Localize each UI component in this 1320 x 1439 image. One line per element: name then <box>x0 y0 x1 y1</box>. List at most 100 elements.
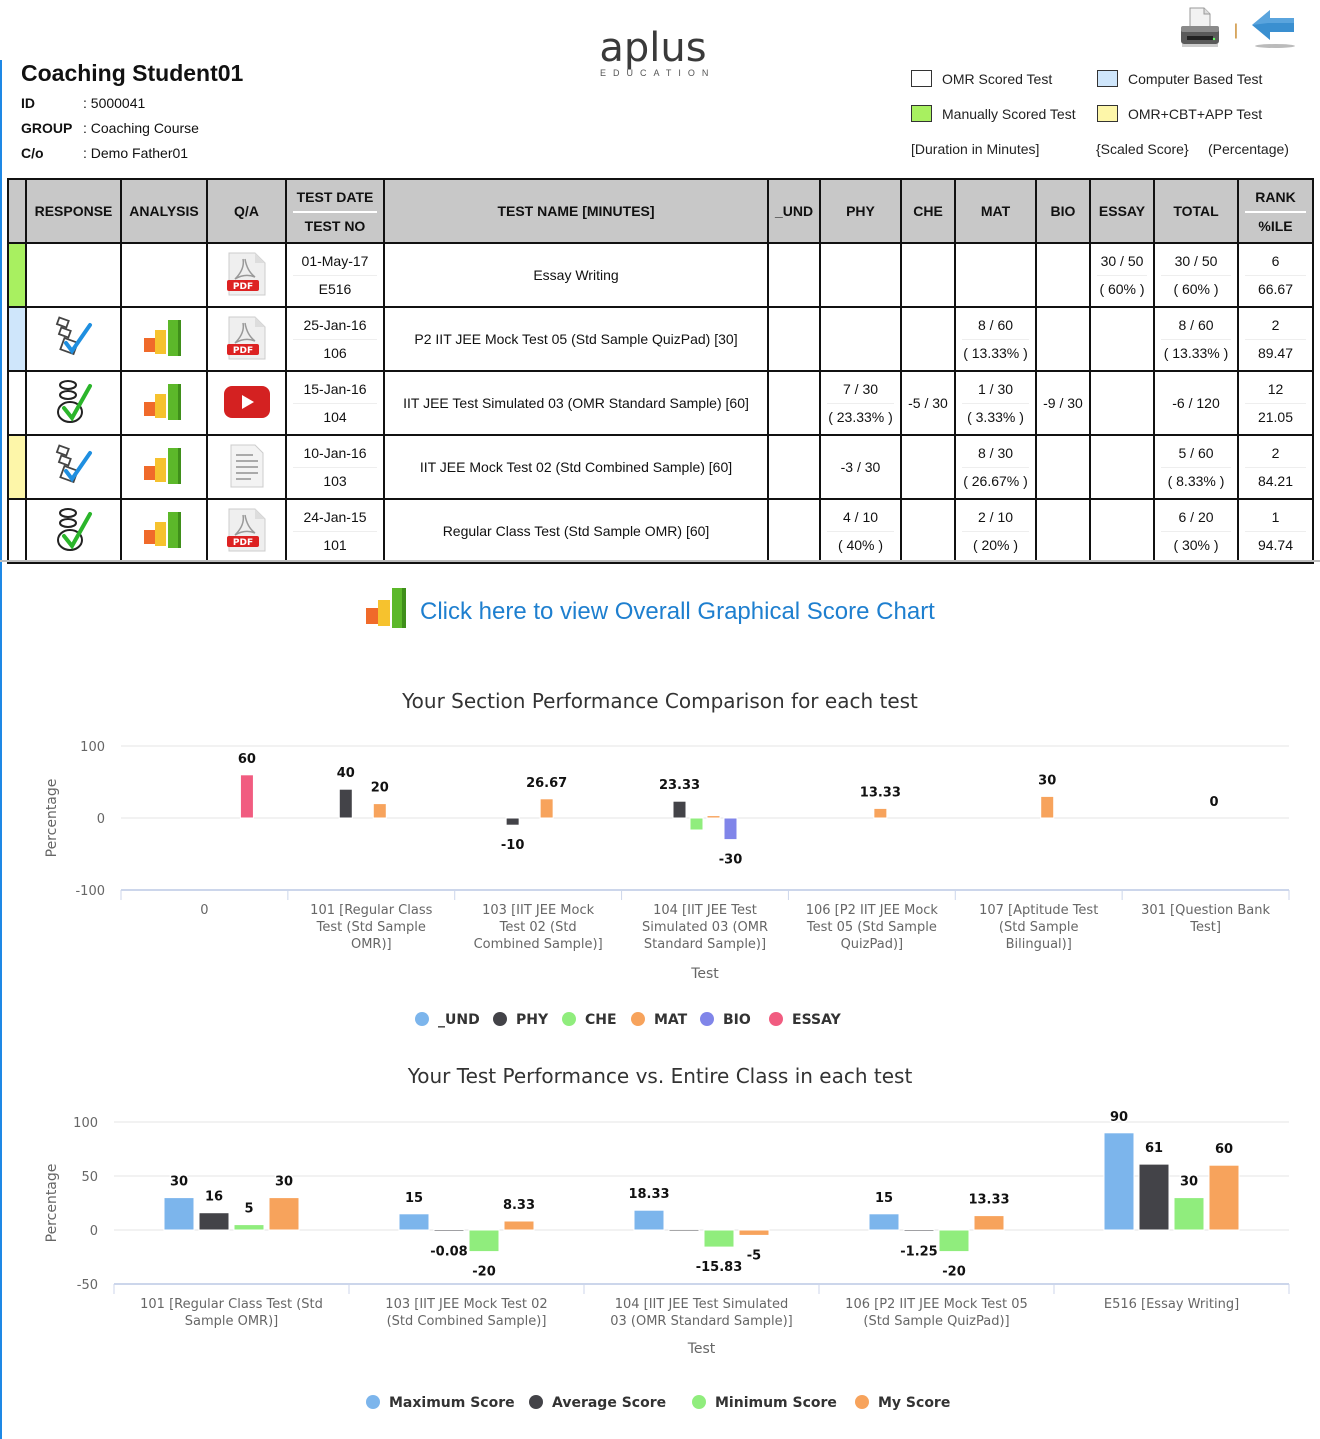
analysis-cell[interactable] <box>120 306 208 372</box>
bar-my-score[interactable] <box>738 1229 770 1236</box>
x-tick-label: Standard Sample)] <box>644 937 766 952</box>
legend-item-essay[interactable]: ESSAY <box>769 1012 842 1028</box>
und-cell <box>767 370 821 436</box>
swatch-cbt <box>1097 70 1118 87</box>
legend-item-minimum-score[interactable]: Minimum Score <box>692 1395 837 1411</box>
qa-cell[interactable] <box>206 434 287 500</box>
bar-chart-icon[interactable] <box>142 382 186 425</box>
response-cell[interactable] <box>25 434 122 500</box>
bar-minimum-score[interactable] <box>1173 1197 1205 1231</box>
overall-chart-link[interactable]: Click here to view Overall Graphical Sco… <box>364 586 935 637</box>
back-arrow-icon[interactable] <box>1250 7 1296 54</box>
test-no: 104 <box>323 409 347 425</box>
bar-minimum-score[interactable] <box>233 1224 265 1231</box>
qa-cell[interactable] <box>206 370 287 436</box>
bar-average-score[interactable] <box>903 1229 935 1232</box>
legend-item-mat[interactable]: MAT <box>631 1012 688 1028</box>
date-no-cell: 24-Jan-15 101 <box>285 498 385 564</box>
scores-table: RESPONSE ANALYSIS Q/A TEST DATE TEST NO T… <box>7 178 1314 564</box>
legend-item-bio[interactable]: BIO <box>700 1012 751 1028</box>
bar-phy[interactable] <box>672 800 687 819</box>
info-value: : Coaching Course <box>83 120 199 136</box>
x-tick-label: 104 [IIT JEE Test <box>653 903 757 918</box>
bar-che[interactable] <box>689 817 704 831</box>
x-axis-label: Test <box>690 966 719 982</box>
checkbox-response-icon[interactable] <box>52 443 96 492</box>
data-label: 30 <box>170 1175 188 1190</box>
response-cell[interactable] <box>25 306 122 372</box>
info-label: ID <box>21 95 35 111</box>
header-mat: MAT <box>954 178 1037 244</box>
bar-essay[interactable] <box>239 774 254 819</box>
document-icon[interactable] <box>227 443 267 492</box>
bar-my-score[interactable] <box>1208 1164 1240 1231</box>
bar-my-score[interactable] <box>503 1220 535 1231</box>
bar-maximum-score[interactable] <box>163 1197 195 1231</box>
toolbar-separator: | <box>1233 21 1238 39</box>
data-label: 16 <box>205 1190 223 1205</box>
bar-bio[interactable] <box>723 817 738 841</box>
total-percent: ( 8.33% ) <box>1167 473 1225 489</box>
legend-item-che[interactable]: CHE <box>562 1012 617 1028</box>
legend-marker <box>366 1395 380 1409</box>
bar-maximum-score[interactable] <box>633 1209 665 1231</box>
bar-average-score[interactable] <box>668 1228 700 1232</box>
x-tick-label: Test 02 (Std <box>499 920 577 935</box>
bar-minimum-score[interactable] <box>938 1229 970 1253</box>
legend-label: Average Score <box>552 1395 666 1411</box>
analysis-cell[interactable] <box>120 370 208 436</box>
legend-item-phy[interactable]: PHY <box>493 1012 549 1028</box>
bar-average-score[interactable] <box>198 1212 230 1231</box>
bar-minimum-score[interactable] <box>468 1229 500 1253</box>
bar-average-score[interactable] <box>1138 1163 1170 1231</box>
qa-cell[interactable]: PDF <box>206 242 287 308</box>
data-label: 0 <box>1210 795 1219 810</box>
qa-cell[interactable]: PDF <box>206 498 287 564</box>
bar-average-score[interactable] <box>433 1229 465 1232</box>
analysis-cell[interactable] <box>120 434 208 500</box>
legend-item-und[interactable]: _UND <box>415 1012 480 1028</box>
bar-phy[interactable] <box>505 817 520 826</box>
bar-my-score[interactable] <box>973 1215 1005 1231</box>
response-cell[interactable] <box>25 498 122 564</box>
data-label: 23.33 <box>659 778 700 793</box>
qa-cell[interactable]: PDF <box>206 306 287 372</box>
bar-mat[interactable] <box>372 803 387 819</box>
bar-my-score[interactable] <box>268 1197 300 1231</box>
bar-mat[interactable] <box>873 807 888 819</box>
legend-item-my-score[interactable]: My Score <box>855 1395 950 1411</box>
analysis-cell[interactable] <box>120 498 208 564</box>
total-cell: 8 / 60 ( 13.33% ) <box>1153 306 1239 372</box>
response-cell[interactable] <box>25 370 122 436</box>
table-row: 10-Jan-16 103 IIT JEE Mock Test 02 (Std Co… <box>7 434 1314 500</box>
omr-response-icon[interactable] <box>52 378 96 429</box>
video-play-icon[interactable] <box>223 385 271 422</box>
pdf-icon[interactable]: PDF <box>225 251 269 300</box>
header-rank: RANK <box>1245 184 1306 213</box>
bar-chart-icon[interactable] <box>142 318 186 361</box>
bar-mat[interactable] <box>1040 795 1055 819</box>
data-label: 18.33 <box>628 1187 669 1202</box>
section-performance-chart: -1000100Percentage0 101 [Regular ClassTes… <box>44 740 1290 1028</box>
pdf-icon[interactable]: PDF <box>225 315 269 364</box>
bar-mat[interactable] <box>539 798 554 819</box>
legend-manual: Manually Scored Test <box>911 105 1076 122</box>
bar-chart-icon[interactable] <box>142 446 186 489</box>
total-score: 30 / 50 <box>1161 248 1231 276</box>
printer-icon[interactable] <box>1178 6 1222 55</box>
bar-maximum-score[interactable] <box>398 1213 430 1231</box>
x-tick-label: 103 [IIT JEE Mock <box>482 903 594 918</box>
data-label: -10 <box>501 838 525 853</box>
bar-maximum-score[interactable] <box>1103 1132 1135 1231</box>
bar-maximum-score[interactable] <box>868 1213 900 1231</box>
header-rank-pctile: RANK %ILE <box>1237 178 1314 244</box>
pdf-icon[interactable]: PDF <box>225 507 269 556</box>
checkbox-response-icon[interactable] <box>52 315 96 364</box>
legend-item-maximum-score[interactable]: Maximum Score <box>366 1395 515 1411</box>
bar-minimum-score[interactable] <box>703 1229 735 1248</box>
omr-response-icon[interactable] <box>52 506 96 557</box>
bar-phy[interactable] <box>338 788 353 819</box>
bar-chart-icon[interactable] <box>142 510 186 553</box>
bar-mat[interactable] <box>706 815 721 819</box>
legend-item-average-score[interactable]: Average Score <box>529 1395 666 1411</box>
